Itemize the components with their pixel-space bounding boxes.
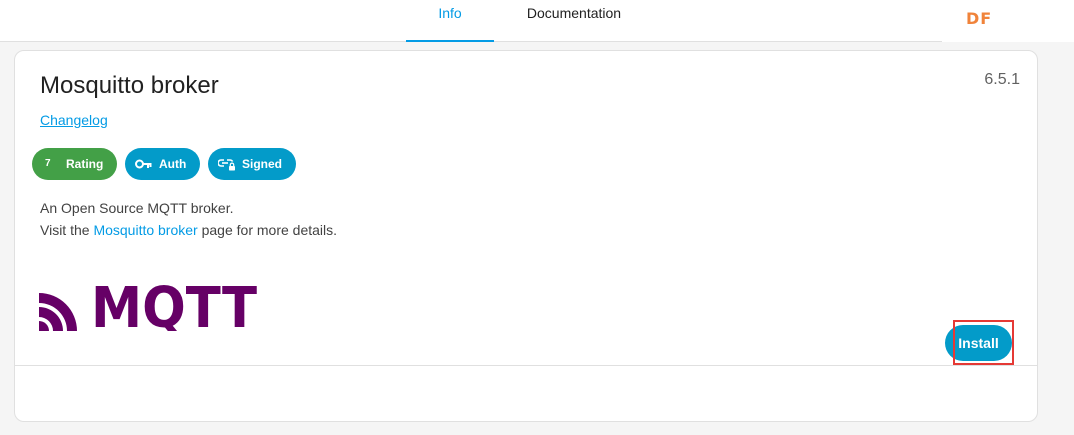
addon-version: 6.5.1 [984, 71, 1020, 88]
top-tab-bar: Info Documentation DF [0, 0, 1074, 42]
mqtt-logo-text: MQTT [91, 277, 257, 331]
key-icon [135, 148, 152, 180]
auth-label: Auth [159, 157, 187, 171]
mosquitto-broker-link[interactable]: Mosquitto broker [93, 222, 197, 238]
auth-badge[interactable]: Auth [125, 148, 200, 180]
rating-badge[interactable]: 7 Rating [32, 148, 117, 180]
tab-documentation[interactable]: Documentation [510, 0, 638, 42]
description-suffix: page for more details. [197, 222, 338, 238]
card-actions-divider [15, 365, 1037, 366]
signed-badge[interactable]: Signed [208, 148, 296, 180]
signed-label: Signed [242, 157, 283, 171]
tab-info[interactable]: Info [406, 0, 494, 42]
description-prefix: Visit the [40, 222, 94, 238]
mqtt-logo: MQTT [39, 276, 259, 341]
addon-description: An Open Source MQTT broker. Visit the Mo… [40, 197, 337, 241]
description-line-2: Visit the Mosquitto broker page for more… [40, 219, 337, 241]
rating-label: Rating [66, 157, 104, 171]
link-lock-icon [218, 148, 236, 180]
install-button[interactable]: Install [945, 325, 1012, 361]
tab-documentation-label: Documentation [526, 5, 622, 21]
brand-watermark: DF [966, 9, 993, 28]
tab-info-label: Info [438, 5, 462, 21]
description-line-1: An Open Source MQTT broker. [40, 200, 234, 216]
top-right-area [942, 0, 1074, 42]
addon-title: Mosquitto broker [40, 72, 219, 99]
addon-info-card: Mosquitto broker 6.5.1 Changelog 7 Ratin… [14, 50, 1038, 422]
changelog-link[interactable]: Changelog [40, 112, 108, 128]
rating-value: 7 [45, 158, 51, 169]
